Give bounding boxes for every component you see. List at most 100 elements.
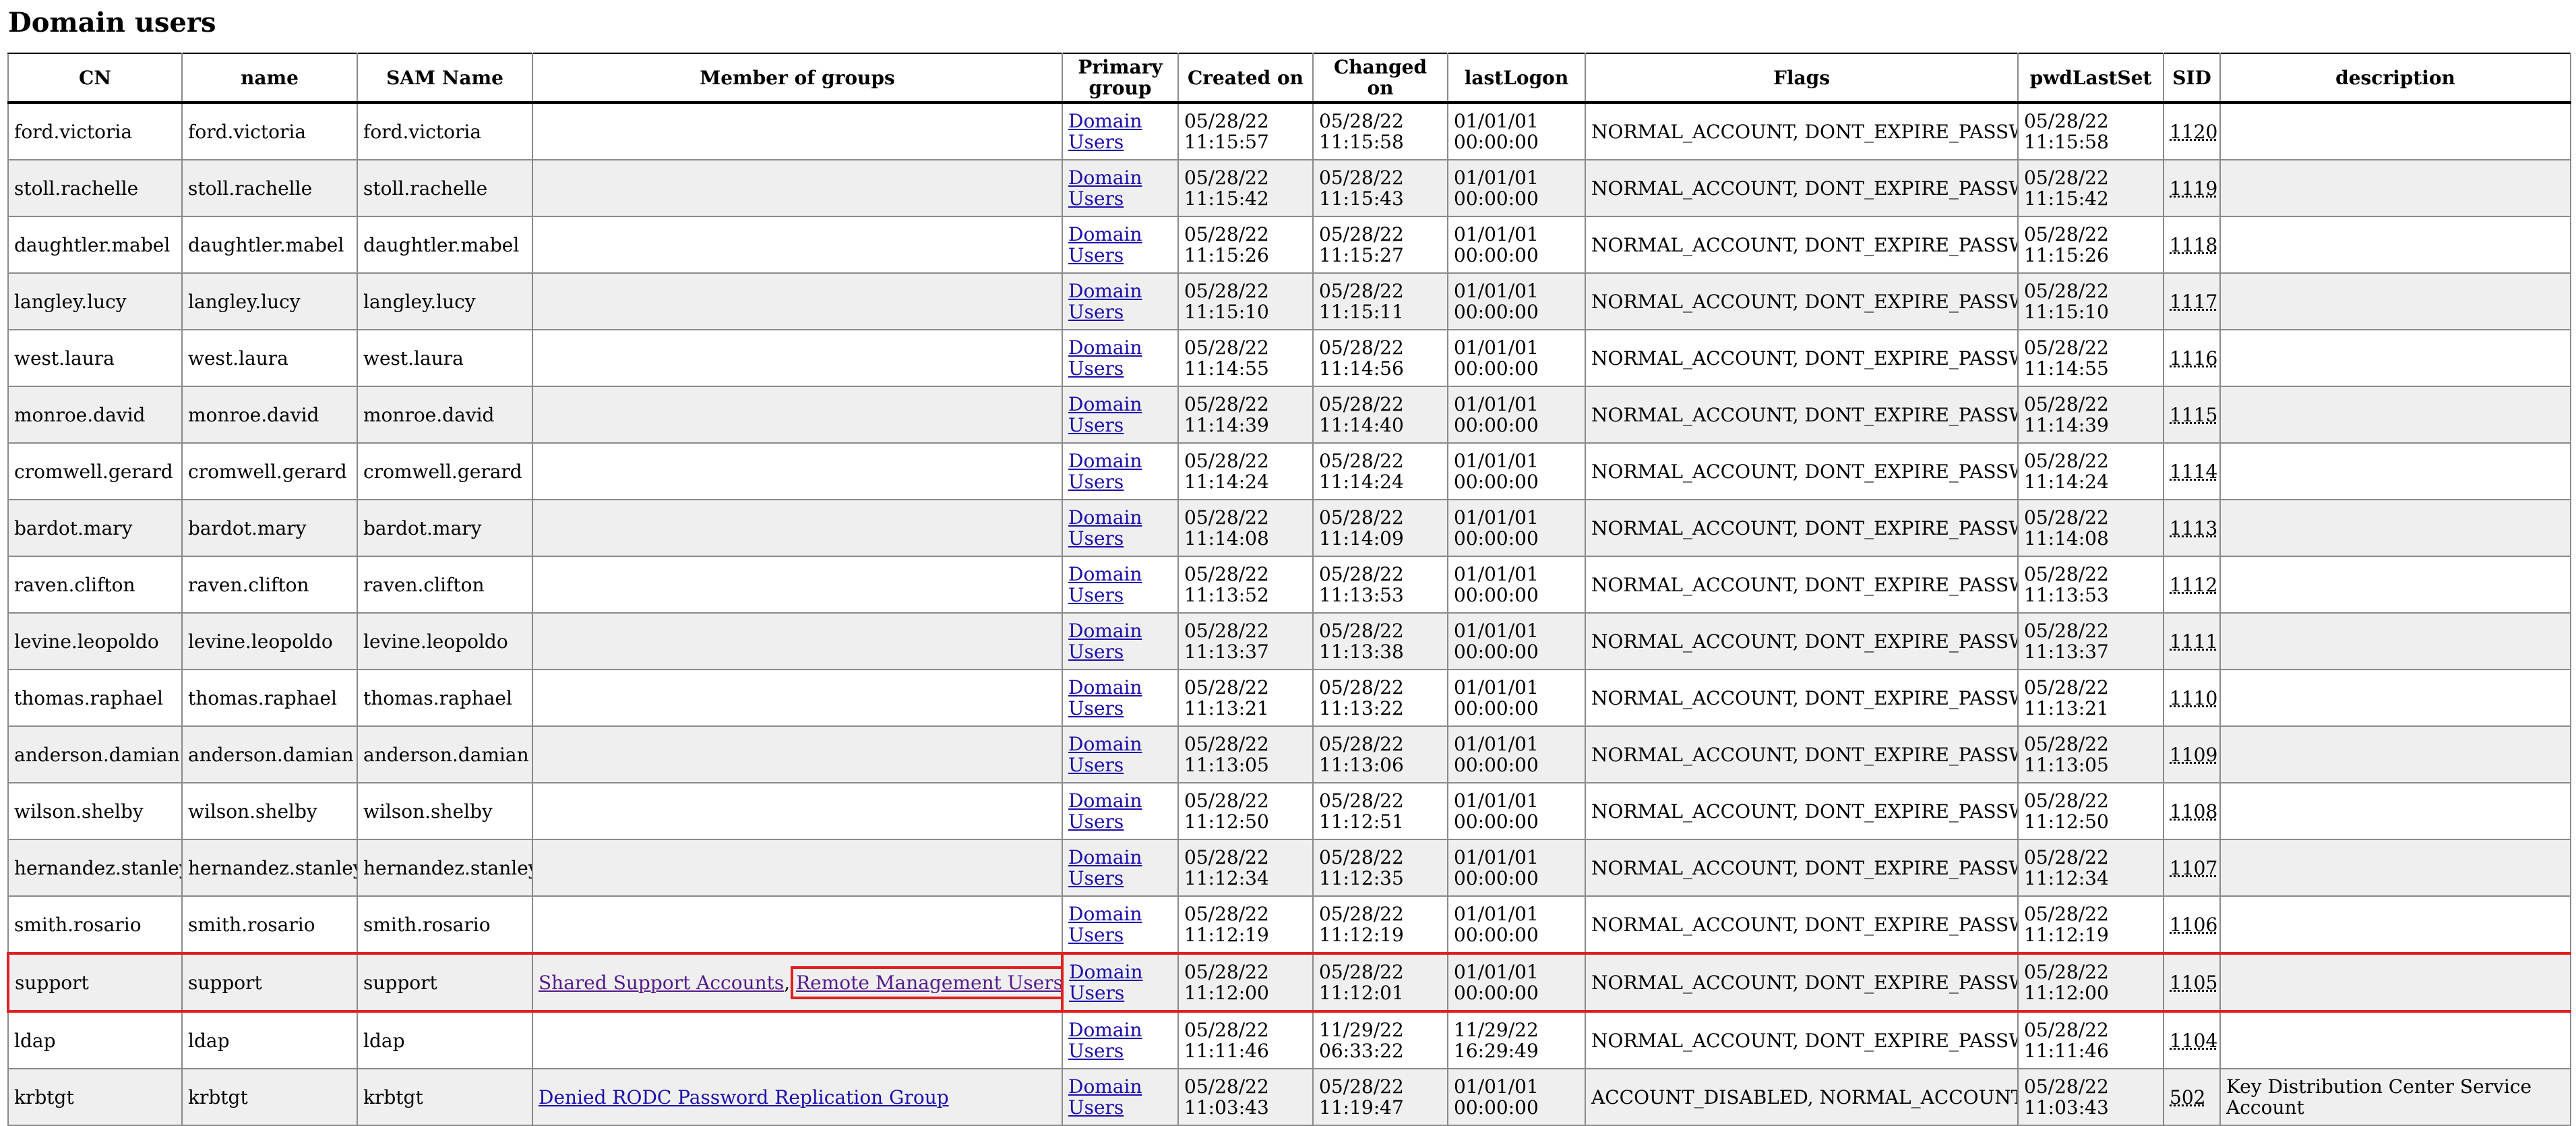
primary-group-link[interactable]: Domain Users: [1068, 167, 1142, 210]
sid-value: 1106: [2170, 913, 2218, 936]
sid-value: 1107: [2170, 856, 2218, 879]
cell-flags: NORMAL_ACCOUNT, DONT_EXPIRE_PASSWD: [1585, 1011, 2019, 1069]
cell-created-on: 05/28/22 11:14:08: [1177, 499, 1314, 557]
cell-last-logon: 01/01/01 00:00:00: [1447, 216, 1586, 274]
cell-sid: 1112: [2163, 556, 2221, 614]
cell-primary-group: Domain Users: [1062, 216, 1179, 274]
cell-changed-on: 05/28/22 11:14:56: [1312, 329, 1448, 387]
cell-member-of-groups: [532, 782, 1063, 840]
group-link[interactable]: Shared Support Accounts: [539, 972, 784, 994]
cell-sid: 1113: [2163, 499, 2221, 557]
cell-pwd-last-set: 05/28/22 11:12:00: [2017, 952, 2164, 1013]
cell-sam-name: hernandez.stanley: [357, 839, 533, 897]
cell-sid: 1119: [2163, 159, 2221, 217]
column-header-changed-on: Changed on: [1312, 53, 1448, 103]
cell-sam-name: wilson.shelby: [357, 782, 533, 840]
sid-value: 1108: [2170, 800, 2218, 823]
cell-changed-on: 05/28/22 11:14:09: [1312, 499, 1448, 557]
cell-sid: 1108: [2163, 782, 2221, 840]
primary-group-link[interactable]: Domain Users: [1068, 620, 1142, 663]
cell-primary-group: Domain Users: [1062, 556, 1179, 614]
cell-name: west.laura: [181, 329, 358, 387]
cell-member-of-groups: Shared Support Accounts, Remote Manageme…: [532, 952, 1064, 1013]
cell-primary-group: Domain Users: [1062, 669, 1179, 727]
cell-description: [2219, 159, 2571, 217]
cell-primary-group: Domain Users: [1062, 839, 1179, 897]
cell-primary-group: Domain Users: [1062, 329, 1179, 387]
sid-value: 1105: [2170, 971, 2218, 994]
cell-sam-name: daughtler.mabel: [357, 216, 533, 274]
cell-name: raven.clifton: [181, 556, 358, 614]
cell-description: [2219, 669, 2571, 727]
cell-cn: wilson.shelby: [7, 782, 183, 840]
cell-sam-name: monroe.david: [357, 386, 533, 444]
table-row: levine.leopoldo levine.leopoldo levine.leo…: [7, 612, 2571, 670]
cell-last-logon: 11/29/22 16:29:49: [1447, 1011, 1586, 1069]
table-row: wilson.shelby wilson.shelby wilson.shelby D…: [7, 782, 2571, 840]
cell-name: levine.leopoldo: [181, 612, 358, 670]
group-separator: ,: [784, 971, 797, 994]
cell-pwd-last-set: 05/28/22 11:15:58: [2017, 102, 2164, 160]
primary-group-link[interactable]: Domain Users: [1068, 506, 1142, 550]
cell-description: [2219, 386, 2571, 444]
cell-cn: anderson.damian: [7, 725, 183, 783]
cell-sid: 1109: [2163, 725, 2221, 783]
sid-value: 1113: [2170, 516, 2218, 539]
sid-value: 1109: [2170, 743, 2218, 766]
cell-changed-on: 05/28/22 11:12:51: [1312, 782, 1448, 840]
primary-group-link[interactable]: Domain Users: [1068, 1019, 1142, 1062]
cell-name: langley.lucy: [181, 272, 358, 330]
table-row: raven.clifton raven.clifton raven.clifton D…: [7, 556, 2571, 614]
primary-group-link[interactable]: Domain Users: [1068, 1075, 1142, 1119]
cell-flags: NORMAL_ACCOUNT, DONT_EXPIRE_PASSWD: [1585, 442, 2019, 500]
primary-group-link[interactable]: Domain Users: [1069, 961, 1143, 1004]
cell-sam-name: smith.rosario: [357, 895, 533, 954]
cell-cn: ford.victoria: [7, 102, 183, 160]
cell-primary-group: Domain Users: [1062, 612, 1179, 670]
cell-description: [2219, 1011, 2571, 1069]
cell-flags: NORMAL_ACCOUNT, DONT_EXPIRE_PASSWD: [1585, 782, 2019, 840]
group-link[interactable]: Denied RODC Password Replication Group: [539, 1086, 949, 1108]
cell-name: wilson.shelby: [181, 782, 358, 840]
primary-group-link[interactable]: Domain Users: [1068, 336, 1142, 380]
table-row: bardot.mary bardot.mary bardot.mary Domain …: [7, 499, 2571, 557]
primary-group-link[interactable]: Domain Users: [1068, 903, 1142, 946]
cell-sid: 1117: [2163, 272, 2221, 330]
column-header-cn: CN: [7, 53, 183, 103]
primary-group-link[interactable]: Domain Users: [1068, 733, 1142, 776]
cell-name: support: [181, 952, 358, 1013]
cell-cn: thomas.raphael: [7, 669, 183, 727]
cell-member-of-groups: [532, 159, 1063, 217]
table-row: smith.rosario smith.rosario smith.rosario D…: [7, 895, 2571, 954]
column-header-pwd-last-set: pwdLastSet: [2017, 53, 2164, 103]
cell-sid: 1111: [2163, 612, 2221, 670]
column-header-flags: Flags: [1585, 53, 2019, 103]
cell-pwd-last-set: 05/28/22 11:11:46: [2017, 1011, 2164, 1069]
column-header-name: name: [181, 53, 358, 103]
primary-group-link[interactable]: Domain Users: [1068, 110, 1142, 153]
primary-group-link[interactable]: Domain Users: [1068, 790, 1142, 833]
cell-flags: ACCOUNT_DISABLED, NORMAL_ACCOUNT: [1585, 1068, 2019, 1126]
cell-primary-group: Domain Users: [1062, 499, 1179, 557]
cell-flags: NORMAL_ACCOUNT, DONT_EXPIRE_PASSWD: [1585, 386, 2019, 444]
sid-value: 1118: [2170, 233, 2218, 256]
primary-group-link[interactable]: Domain Users: [1068, 393, 1142, 436]
cell-sid: 1118: [2163, 216, 2221, 274]
cell-sam-name: krbtgt: [357, 1068, 533, 1126]
cell-member-of-groups: [532, 216, 1063, 274]
primary-group-link[interactable]: Domain Users: [1068, 676, 1142, 719]
cell-description: [2219, 499, 2571, 557]
cell-cn: smith.rosario: [7, 895, 183, 954]
table-row: stoll.rachelle stoll.rachelle stoll.rachel…: [7, 159, 2571, 217]
cell-description: [2219, 839, 2571, 897]
primary-group-link[interactable]: Domain Users: [1068, 450, 1142, 493]
primary-group-link[interactable]: Domain Users: [1068, 846, 1142, 889]
cell-changed-on: 05/28/22 11:15:43: [1312, 159, 1448, 217]
sid-value: 1114: [2170, 460, 2218, 483]
primary-group-link[interactable]: Domain Users: [1068, 563, 1142, 606]
cell-changed-on: 05/28/22 11:14:40: [1312, 386, 1448, 444]
primary-group-link[interactable]: Domain Users: [1068, 280, 1142, 323]
cell-primary-group: Domain Users: [1062, 895, 1179, 954]
group-link[interactable]: Remote Management Users: [791, 966, 1060, 999]
primary-group-link[interactable]: Domain Users: [1068, 223, 1142, 266]
